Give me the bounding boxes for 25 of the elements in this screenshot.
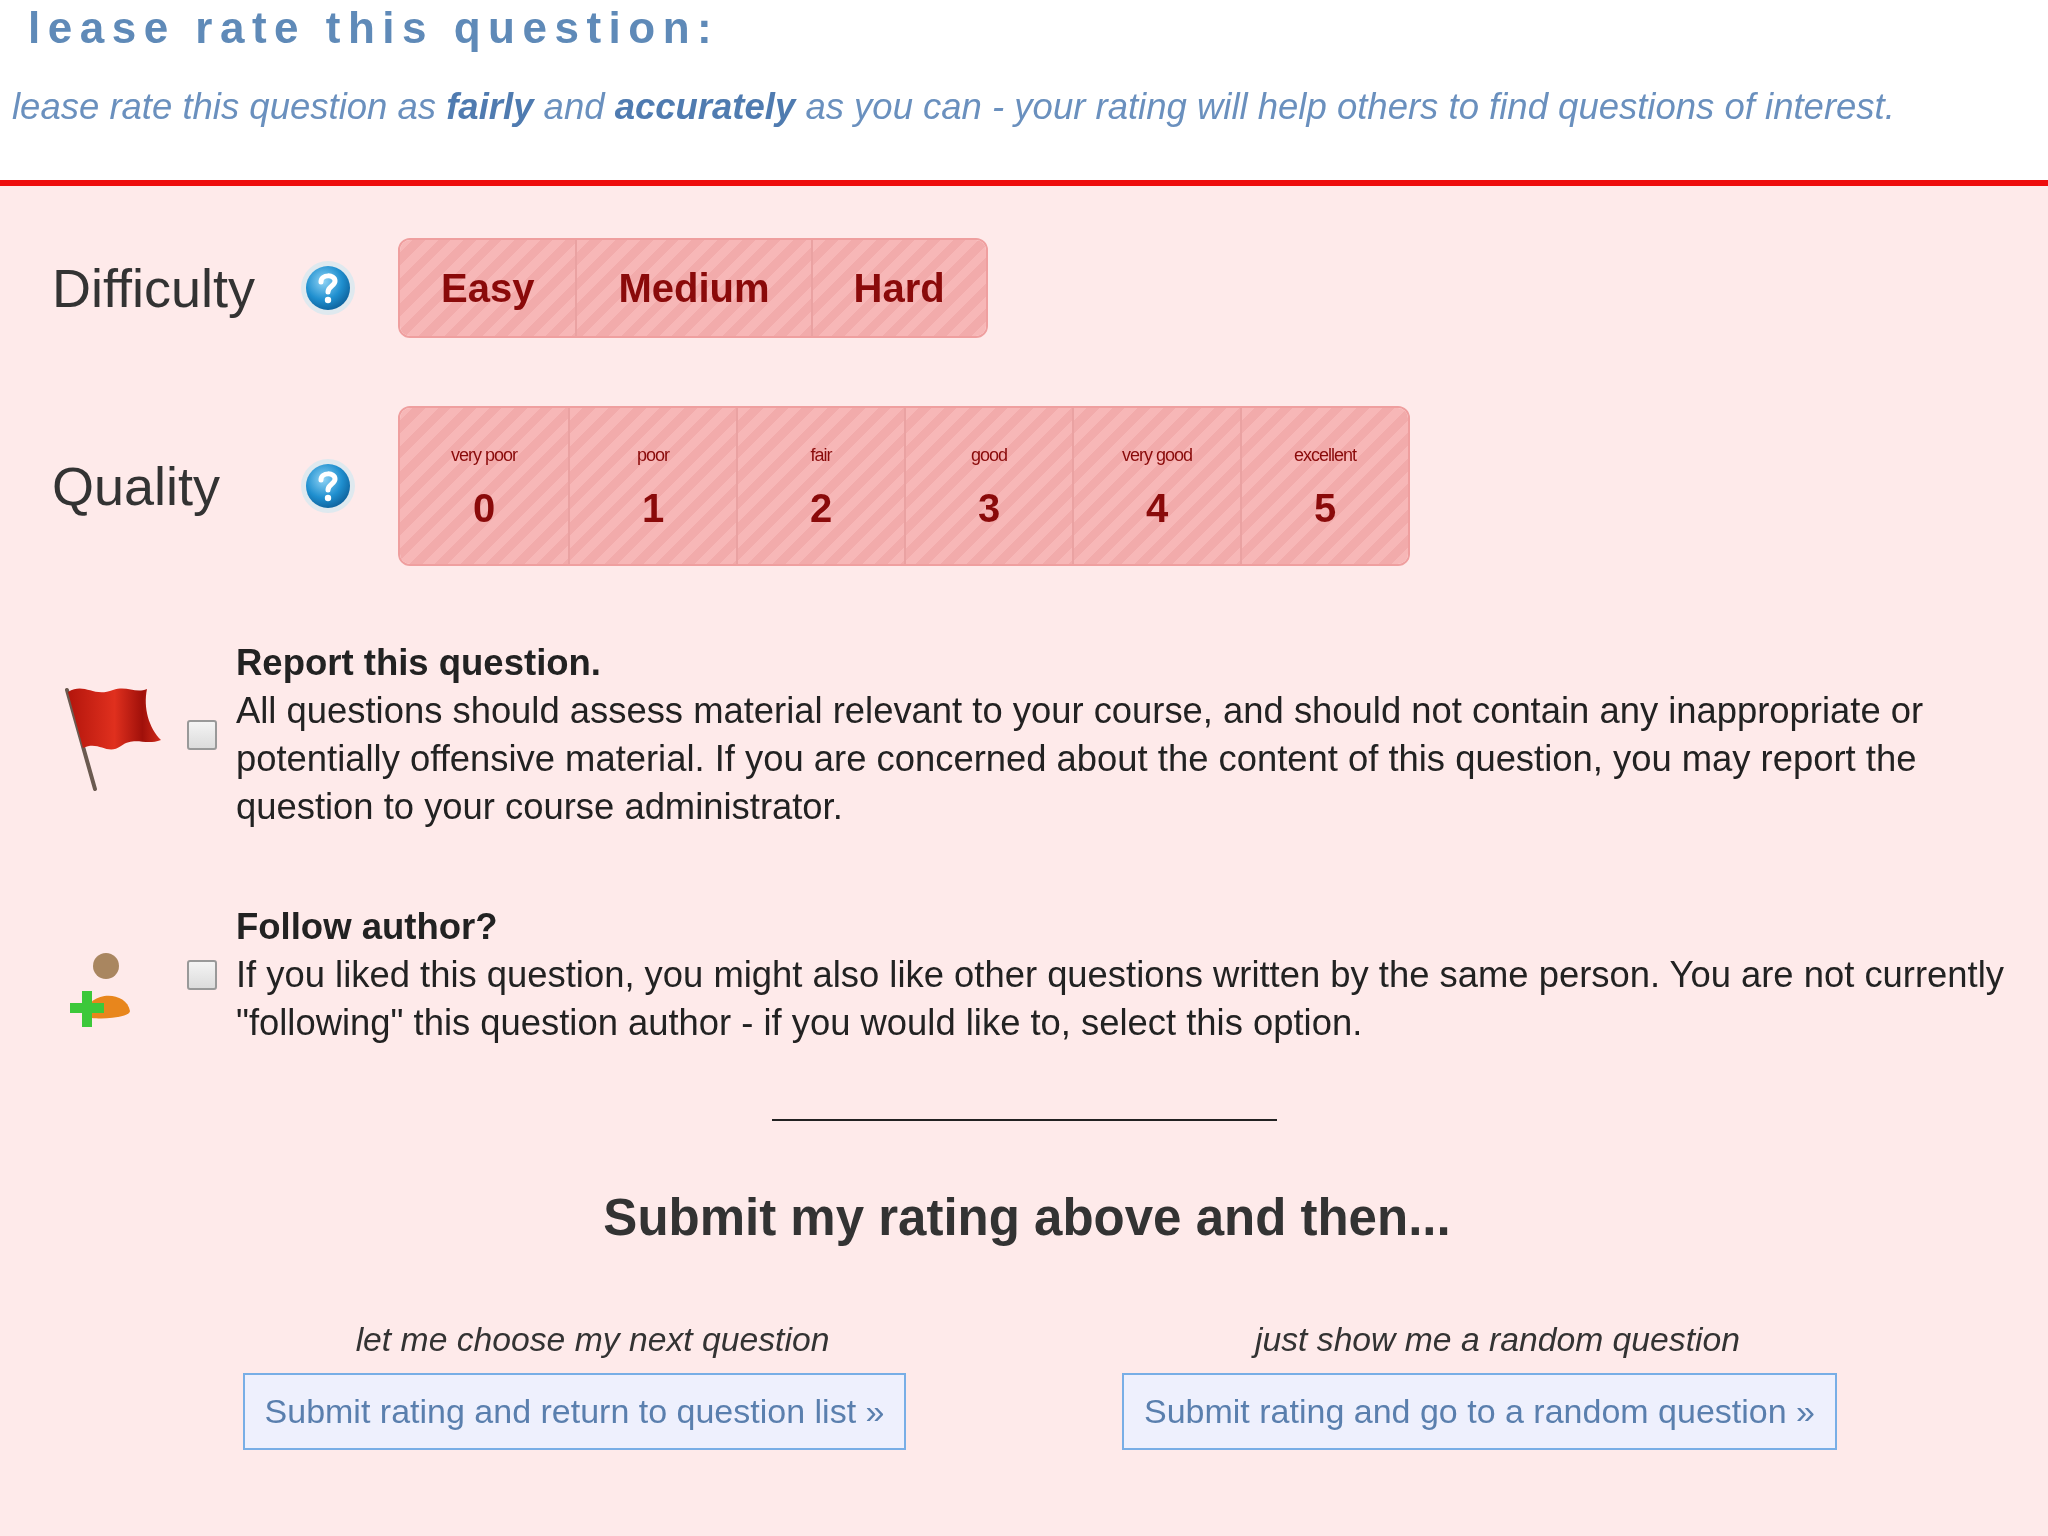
intro-text: lease rate this question as fairly and accurately as you can - your rating will help others to find questions of interest.	[11, 85, 1896, 129]
option-description: If you liked this question, you might also like other questions written by the same person. You are not currently "following" this question author - if you would like to, select this option.	[236, 953, 2005, 1045]
rating-option[interactable]: excellent 5	[1240, 408, 1408, 564]
rating-label: Quality	[52, 455, 222, 517]
page-title: lease rate this question:	[27, 2, 721, 54]
submit-heading: Submit my rating above and then...	[602, 1188, 1452, 1248]
rating-option[interactable]: fair 2	[736, 408, 904, 564]
checkbox[interactable]	[187, 960, 217, 990]
option-description: All questions should assess material relevant to your course, and should not contain any inappropriate or potentially offensive material. If you are concerned about the content of this question, you may report the question to your course administrator.	[236, 689, 1925, 829]
rating-option[interactable]: Medium	[575, 240, 811, 336]
option-title: Follow author?	[236, 905, 499, 949]
rating-option[interactable]: Hard	[810, 240, 986, 336]
choice-caption: let me choose my next question	[355, 1319, 830, 1359]
submit-button[interactable]: Submit rating and return to question list »	[242, 1373, 907, 1450]
help-icon[interactable]	[300, 458, 356, 514]
rating-option[interactable]: very poor 0	[400, 408, 568, 564]
rating-option[interactable]: poor 1	[568, 408, 736, 564]
rating-label: Difficulty	[52, 257, 257, 319]
rating-option[interactable]: good 3	[904, 408, 1072, 564]
rating-option[interactable]: Easy	[400, 240, 576, 336]
rating-option[interactable]: very good 4	[1072, 408, 1240, 564]
submit-button[interactable]: Submit rating and go to a random question »	[1122, 1373, 1837, 1450]
checkbox[interactable]	[187, 720, 217, 750]
option-title: Report this question.	[236, 641, 602, 685]
help-icon[interactable]	[300, 260, 356, 316]
